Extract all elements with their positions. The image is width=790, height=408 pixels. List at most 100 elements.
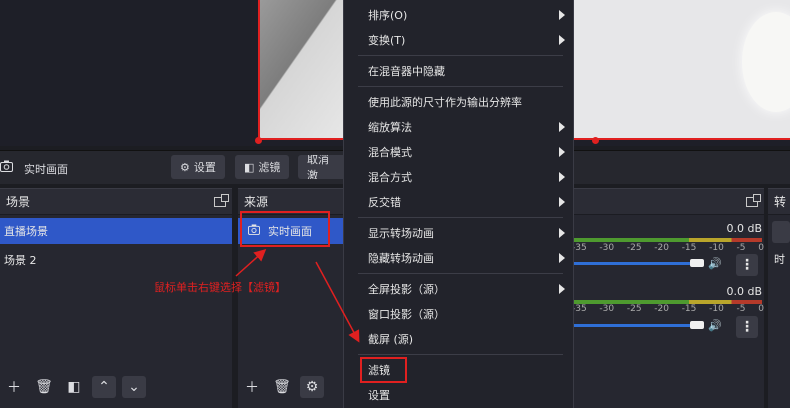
menu-item-label: 排序(O) — [368, 8, 408, 22]
menu-item-scale-filtering[interactable]: 缩放算法 — [344, 114, 573, 139]
channel-1-volume-knob[interactable] — [690, 259, 704, 267]
menu-item-label: 使用此源的尺寸作为输出分辨率 — [368, 95, 522, 109]
menu-item-label: 截屏 (源) — [368, 332, 414, 346]
menu-item-label: 混合模式 — [368, 145, 412, 159]
menu-separator — [358, 55, 563, 56]
remove-scene-button[interactable]: 🗑 — [32, 376, 56, 398]
kebab-icon: ⋮ — [740, 319, 754, 335]
source-properties-button[interactable]: ⚙ — [300, 376, 324, 398]
channel-1-ticks: -35 -30 -25 -20 -15 -10 -5 0 — [572, 243, 764, 253]
menu-item-label: 显示转场动画 — [368, 226, 434, 240]
tick-label: -20 — [654, 304, 669, 314]
menu-item-fullscreen-projector[interactable]: 全屏投影（源） — [344, 276, 573, 301]
menu-item-deinterlacing[interactable]: 反交错 — [344, 189, 573, 214]
mixer-dock-title — [574, 189, 764, 215]
menu-item-blending-mode[interactable]: 混合模式 — [344, 139, 573, 164]
sources-title: 来源 — [244, 195, 269, 209]
menu-item-show-transition[interactable]: 显示转场动画 — [344, 220, 573, 245]
channel-2-volume-knob[interactable] — [690, 321, 704, 329]
channel-2-menu-button[interactable]: ⋮ — [736, 316, 758, 338]
resize-handle-bottom-center[interactable] — [592, 137, 599, 144]
menu-item-order[interactable]: 排序(O) — [344, 2, 573, 27]
tick-label: -35 — [572, 243, 587, 253]
gear-icon: ⚙ — [305, 379, 319, 395]
chevron-down-icon: ⌄ — [128, 379, 140, 395]
menu-separator — [358, 354, 563, 355]
scenes-dock-title: 场景 — [0, 189, 232, 215]
add-source-button[interactable]: ＋ — [240, 376, 264, 398]
move-scene-up-button[interactable]: ⌃ — [92, 376, 116, 398]
menu-separator — [358, 273, 563, 274]
submenu-arrow-icon — [559, 253, 565, 263]
menu-item-windowed-projector[interactable]: 窗口投影（源） — [344, 301, 573, 326]
menu-item-label: 混合方式 — [368, 170, 412, 184]
camera-image-ceiling — [260, 0, 350, 138]
scenes-toolbar: ＋ 🗑 ◧ ⌃ ⌄ — [0, 376, 232, 400]
scenes-dock: 场景 直播场景 场景 2 ＋ 🗑 ◧ ⌃ ⌄ — [0, 188, 232, 408]
transitions-dock: 转 时 — [768, 188, 790, 408]
channel-1-menu-button[interactable]: ⋮ — [736, 254, 758, 276]
tick-label: 0 — [758, 304, 764, 314]
resize-handle-bottom-left[interactable] — [255, 137, 262, 144]
sources-toolbar: ＋ 🗑 ⚙ — [238, 376, 344, 400]
trash-icon: 🗑 — [273, 379, 291, 395]
menu-item-label: 设置 — [368, 388, 390, 402]
submenu-arrow-icon — [559, 122, 565, 132]
menu-separator — [358, 86, 563, 87]
tick-label: -15 — [681, 243, 697, 253]
menu-item-hide-transition[interactable]: 隐藏转场动画 — [344, 245, 573, 270]
gear-icon: ⚙ — [180, 160, 190, 174]
scene-filters-button[interactable]: ◧ — [62, 376, 86, 398]
tick-label: -10 — [709, 304, 724, 314]
tick-label: -5 — [736, 243, 746, 253]
scene-item-2[interactable]: 场景 2 — [0, 247, 232, 273]
submenu-arrow-icon — [559, 10, 565, 20]
channel-2-volume-slider[interactable] — [570, 324, 690, 327]
filter-icon: ◧ — [67, 379, 81, 395]
tick-label: 0 — [758, 243, 764, 253]
menu-item-hide-in-mixer[interactable]: 在混音器中隐藏 — [344, 58, 573, 83]
submenu-arrow-icon — [559, 197, 565, 207]
menu-item-label: 缩放算法 — [368, 120, 412, 134]
add-scene-button[interactable]: ＋ — [2, 376, 26, 398]
channel-1-volume-slider[interactable] — [570, 262, 690, 265]
transitions-title: 转 — [774, 195, 787, 209]
source-context-menu: 排序(O) 变换(T) 在混音器中隐藏 使用此源的尺寸作为输出分辨率 缩放算法 … — [343, 0, 574, 408]
remove-source-button[interactable]: 🗑 — [270, 376, 294, 398]
menu-item-transform[interactable]: 变换(T) — [344, 27, 573, 52]
menu-separator — [358, 217, 563, 218]
speaker-icon[interactable]: 🔊 — [708, 319, 722, 332]
deactivate-button-label: 取消激 — [307, 155, 329, 179]
preview-empty-region — [0, 0, 258, 146]
transition-select[interactable] — [772, 221, 790, 243]
plus-icon: ＋ — [245, 380, 259, 396]
speaker-icon[interactable]: 🔊 — [708, 257, 722, 270]
audio-mixer-dock — [574, 188, 764, 408]
scene-item-live[interactable]: 直播场景 — [0, 218, 232, 244]
scene-item-label: 直播场景 — [4, 225, 48, 238]
plus-icon: ＋ — [7, 380, 21, 396]
tick-label: -20 — [654, 243, 669, 253]
trash-icon: 🗑 — [35, 379, 53, 395]
submenu-arrow-icon — [559, 147, 565, 157]
transitions-dock-title: 转 — [768, 189, 790, 215]
deactivate-button[interactable]: 取消激 — [298, 155, 348, 179]
menu-item-screenshot[interactable]: 截屏 (源) — [344, 326, 573, 351]
menu-item-label: 窗口投影（源） — [368, 307, 445, 321]
settings-button[interactable]: ⚙ 设置 — [171, 155, 225, 179]
scene-item-label: 场景 2 — [4, 254, 37, 267]
transition-duration-label: 时 — [774, 253, 785, 266]
channel-1-meter — [570, 238, 762, 242]
float-dock-icon[interactable] — [214, 193, 229, 207]
menu-item-properties[interactable]: 设置 — [344, 382, 573, 407]
filters-button[interactable]: ◧ 滤镜 — [235, 155, 290, 179]
settings-button-label: 设置 — [193, 161, 216, 174]
submenu-arrow-icon — [559, 172, 565, 182]
float-dock-icon[interactable] — [746, 193, 761, 207]
filters-button-label: 滤镜 — [258, 161, 281, 174]
move-scene-down-button[interactable]: ⌄ — [122, 376, 146, 398]
tick-label: -30 — [599, 243, 615, 253]
menu-item-blending-method[interactable]: 混合方式 — [344, 164, 573, 189]
menu-item-resize-output[interactable]: 使用此源的尺寸作为输出分辨率 — [344, 89, 573, 114]
scenes-title: 场景 — [6, 195, 31, 209]
